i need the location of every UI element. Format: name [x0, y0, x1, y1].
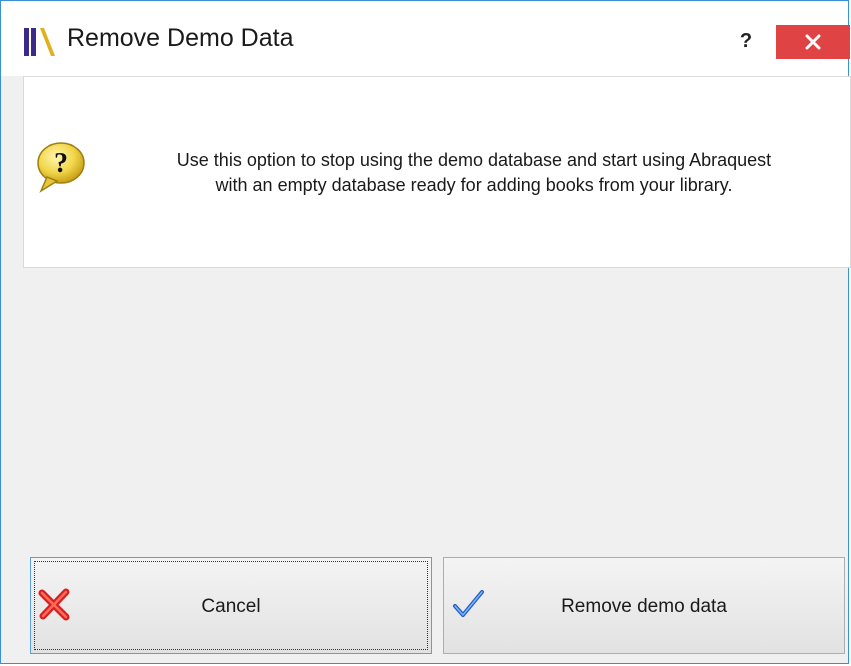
remove-demo-data-label: Remove demo data	[561, 596, 727, 617]
svg-text:?: ?	[54, 148, 68, 179]
books-app-icon	[24, 27, 58, 57]
title-bar: Remove Demo Data ?	[1, 1, 850, 76]
close-button[interactable]	[776, 25, 850, 59]
message-line-2: with an empty database ready for adding …	[215, 175, 733, 195]
window-title: Remove Demo Data	[67, 24, 294, 52]
message-panel: ? Use this option to stop using the demo…	[23, 76, 851, 268]
close-icon	[805, 34, 821, 50]
message-text: Use this option to stop using the demo d…	[104, 148, 844, 198]
remove-demo-data-button[interactable]: Remove demo data	[443, 557, 845, 654]
message-line-1: Use this option to stop using the demo d…	[176, 150, 772, 170]
cancel-label: Cancel	[201, 596, 261, 617]
dialog-window: Remove Demo Data ? ? Use this option to …	[0, 0, 851, 664]
cancel-button[interactable]: Cancel	[30, 557, 432, 654]
question-balloon-icon: ?	[31, 139, 87, 195]
help-label: ?	[739, 30, 753, 52]
help-button[interactable]: ?	[723, 24, 769, 58]
